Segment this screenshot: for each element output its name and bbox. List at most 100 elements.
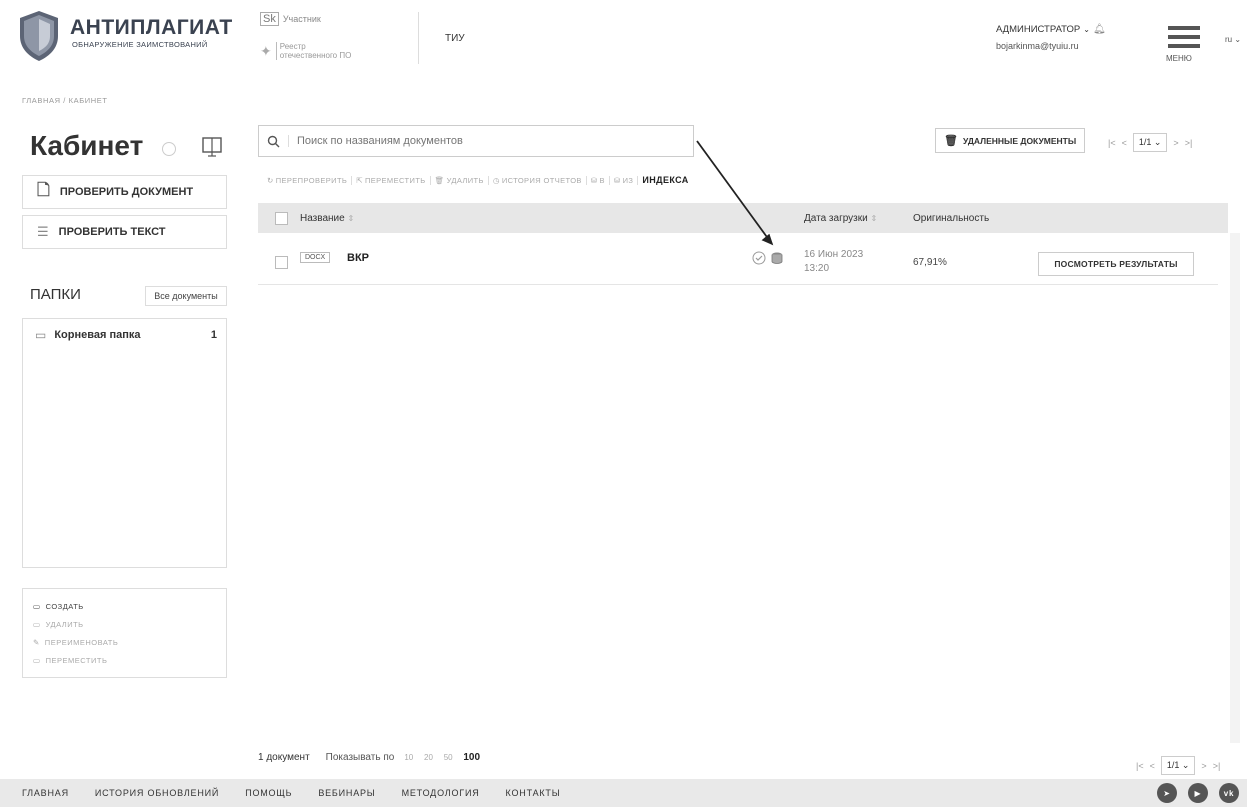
column-name-header[interactable]: Название ⇕ [300,213,354,224]
sort-icon: ⇕ [347,213,355,223]
trash-icon: 🗑︎ [434,175,445,185]
column-originality-header[interactable]: Оригинальность [913,213,989,224]
prev-page-icon[interactable]: < [1122,138,1127,148]
skolkovo-badge: Sk Участник [260,12,321,26]
to-label: В [599,175,605,185]
next-page-icon[interactable]: > [1201,761,1206,771]
first-page-icon[interactable]: |< [1108,138,1116,148]
first-page-icon[interactable]: |< [1136,761,1144,771]
table-scrollbar[interactable] [1230,233,1240,743]
prev-page-icon[interactable]: < [1150,761,1155,771]
folder-count: 1 [210,329,217,341]
database-icon[interactable] [770,251,784,265]
search-box[interactable] [258,125,694,157]
check-circle-icon [752,251,766,265]
page-size-option[interactable]: 10 [404,753,413,762]
search-icon [267,135,280,147]
youtube-icon[interactable]: ▶ [1188,783,1208,803]
next-page-icon[interactable]: > [1173,138,1178,148]
create-folder-button[interactable]: ▭ СОЗДАТЬ [33,597,216,615]
user-role-dropdown[interactable]: АДМИНИСТРАТОР ⌄ 🔔︎ [996,24,1106,35]
vk-icon[interactable]: vk [1219,783,1239,803]
show-by-label: Показывать по [325,752,395,763]
check-text-button[interactable]: ☰ ПРОВЕРИТЬ ТЕКСТ [22,215,227,249]
move-folder-button[interactable]: ▭ ПЕРЕМЕСТИТЬ [33,651,216,669]
originality-value: 67,91% [913,257,947,268]
report-history-label: ИСТОРИЯ ОТЧЕТОВ [501,175,582,185]
page-size-options: 10 20 50 100 [404,752,488,763]
search-input[interactable] [288,135,668,147]
view-results-button[interactable]: ПОСМОТРЕТЬ РЕЗУЛЬТАТЫ [1038,252,1194,276]
from-index-button[interactable]: ⛁ ИЗ [610,175,639,185]
delete-button[interactable]: 🗑︎ УДАЛИТЬ [431,175,489,185]
skolkovo-logo: Sk [260,12,279,26]
refresh-icon: ↻ [267,175,274,185]
registry-badge: ✦ Реестр отечественного ПО [260,42,351,60]
folder-plus-icon: ▭ [33,601,41,611]
delete-folder-button[interactable]: ▭ УДАЛИТЬ [33,615,216,633]
index-label: ИНДЕКСА [642,175,689,185]
footer-link-update-history[interactable]: ИСТОРИЯ ОБНОВЛЕНИЙ [95,788,219,798]
page-select[interactable]: 1/1 ⌄ [1160,756,1196,775]
skolkovo-text: Участник [282,14,321,24]
table-header: Название ⇕ Дата загрузки ⇕ Оригинальност… [258,203,1228,233]
check-document-label: ПРОВЕРИТЬ ДОКУМЕНТ [59,186,194,198]
to-index-button[interactable]: ⛁ В [587,175,610,185]
footer: ГЛАВНАЯ ИСТОРИЯ ОБНОВЛЕНИЙ ПОМОЩЬ ВЕБИНА… [0,779,1247,807]
document-name[interactable]: ВКР [347,252,369,264]
check-document-button[interactable]: 🗋︎ ПРОВЕРИТЬ ДОКУМЕНТ [22,175,227,209]
language-code: ru [1225,35,1233,44]
page-size-option-active[interactable]: 100 [463,752,480,763]
page-size-option[interactable]: 50 [444,753,453,762]
chevron-down-icon: ⌄ [1234,35,1242,44]
footer-link-help[interactable]: ПОМОЩЬ [245,788,292,798]
info-icon[interactable] [162,142,176,156]
folder-item[interactable]: ▭ Корневая папка 1 [35,328,217,342]
page-size-option[interactable]: 20 [424,753,433,762]
delete-folder-label: УДАЛИТЬ [45,619,84,629]
folders-title: ПАПКИ [30,286,81,303]
antiplagiat-shield-icon [20,11,58,61]
telegram-icon[interactable]: ➤ [1157,783,1177,803]
document-icon: 🗋︎ [37,181,50,199]
deleted-documents-button[interactable]: 🗑︎ УДАЛЕННЫЕ ДОКУМЕНТЫ [935,128,1086,153]
rename-folder-button[interactable]: ✎ ПЕРЕИМЕНОВАТЬ [33,633,216,651]
page-indicator: 1/1 [1166,760,1180,770]
header: АНТИПЛАГИАТ ОБНАРУЖЕНИЕ ЗАИМСТВОВАНИЙ Sk… [0,0,1247,82]
footer-link-webinars[interactable]: ВЕБИНАРЫ [318,788,375,798]
footer-link-methodology[interactable]: МЕТОДОЛОГИЯ [402,788,480,798]
check-text-label: ПРОВЕРИТЬ ТЕКСТ [58,226,166,238]
move-folder-label: ПЕРЕМЕСТИТЬ [45,655,108,665]
bell-icon[interactable]: 🔔︎ [1093,24,1106,35]
language-selector[interactable]: ru ⌄ [1225,35,1241,44]
move-label: ПЕРЕМЕСТИТЬ [364,175,426,185]
table-row[interactable]: DOCX ВКР 16 Июн 2023 13:20 67,91% ПОСМОТ… [258,240,1218,285]
hamburger-icon [1168,26,1200,30]
select-all-checkbox[interactable] [275,211,288,225]
row-checkbox[interactable] [275,256,288,269]
menu-button[interactable]: МЕНЮ [1164,24,1204,64]
book-icon[interactable] [200,134,224,158]
history-icon: ◷ [492,175,500,185]
last-page-icon[interactable]: >| [1185,138,1193,148]
folder-move-icon: ▭ [33,655,41,665]
page-select[interactable]: 1/1 ⌄ [1132,133,1168,152]
database-plus-icon: ⛁ [590,175,598,185]
folder-name: Корневая папка [54,329,141,341]
footer-link-contacts[interactable]: КОНТАКТЫ [506,788,561,798]
last-page-icon[interactable]: >| [1213,761,1221,771]
report-history-button[interactable]: ◷ ИСТОРИЯ ОТЧЕТОВ [489,175,587,185]
column-date-header[interactable]: Дата загрузки ⇕ [804,213,877,224]
recheck-button[interactable]: ↻ ПЕРЕПРОВЕРИТЬ [263,175,353,185]
all-documents-button[interactable]: Все документы [145,286,227,306]
logo-title[interactable]: АНТИПЛАГИАТ [70,16,233,40]
bottom-pagination: |< < 1/1 ⌄ > >| [1136,756,1220,775]
recheck-label: ПЕРЕПРОВЕРИТЬ [275,175,348,185]
deleted-documents-label: УДАЛЕННЫЕ ДОКУМЕНТЫ [962,135,1077,146]
breadcrumb[interactable]: ГЛАВНАЯ / КАБИНЕТ [22,96,108,105]
sort-icon: ⇕ [870,213,878,223]
folder-list: ▭ Корневая папка 1 [22,318,227,568]
footer-link-home[interactable]: ГЛАВНАЯ [22,788,69,798]
move-button[interactable]: ⇱ ПЕРЕМЕСТИТЬ [352,175,431,185]
organization-name: ТИУ [445,33,465,44]
